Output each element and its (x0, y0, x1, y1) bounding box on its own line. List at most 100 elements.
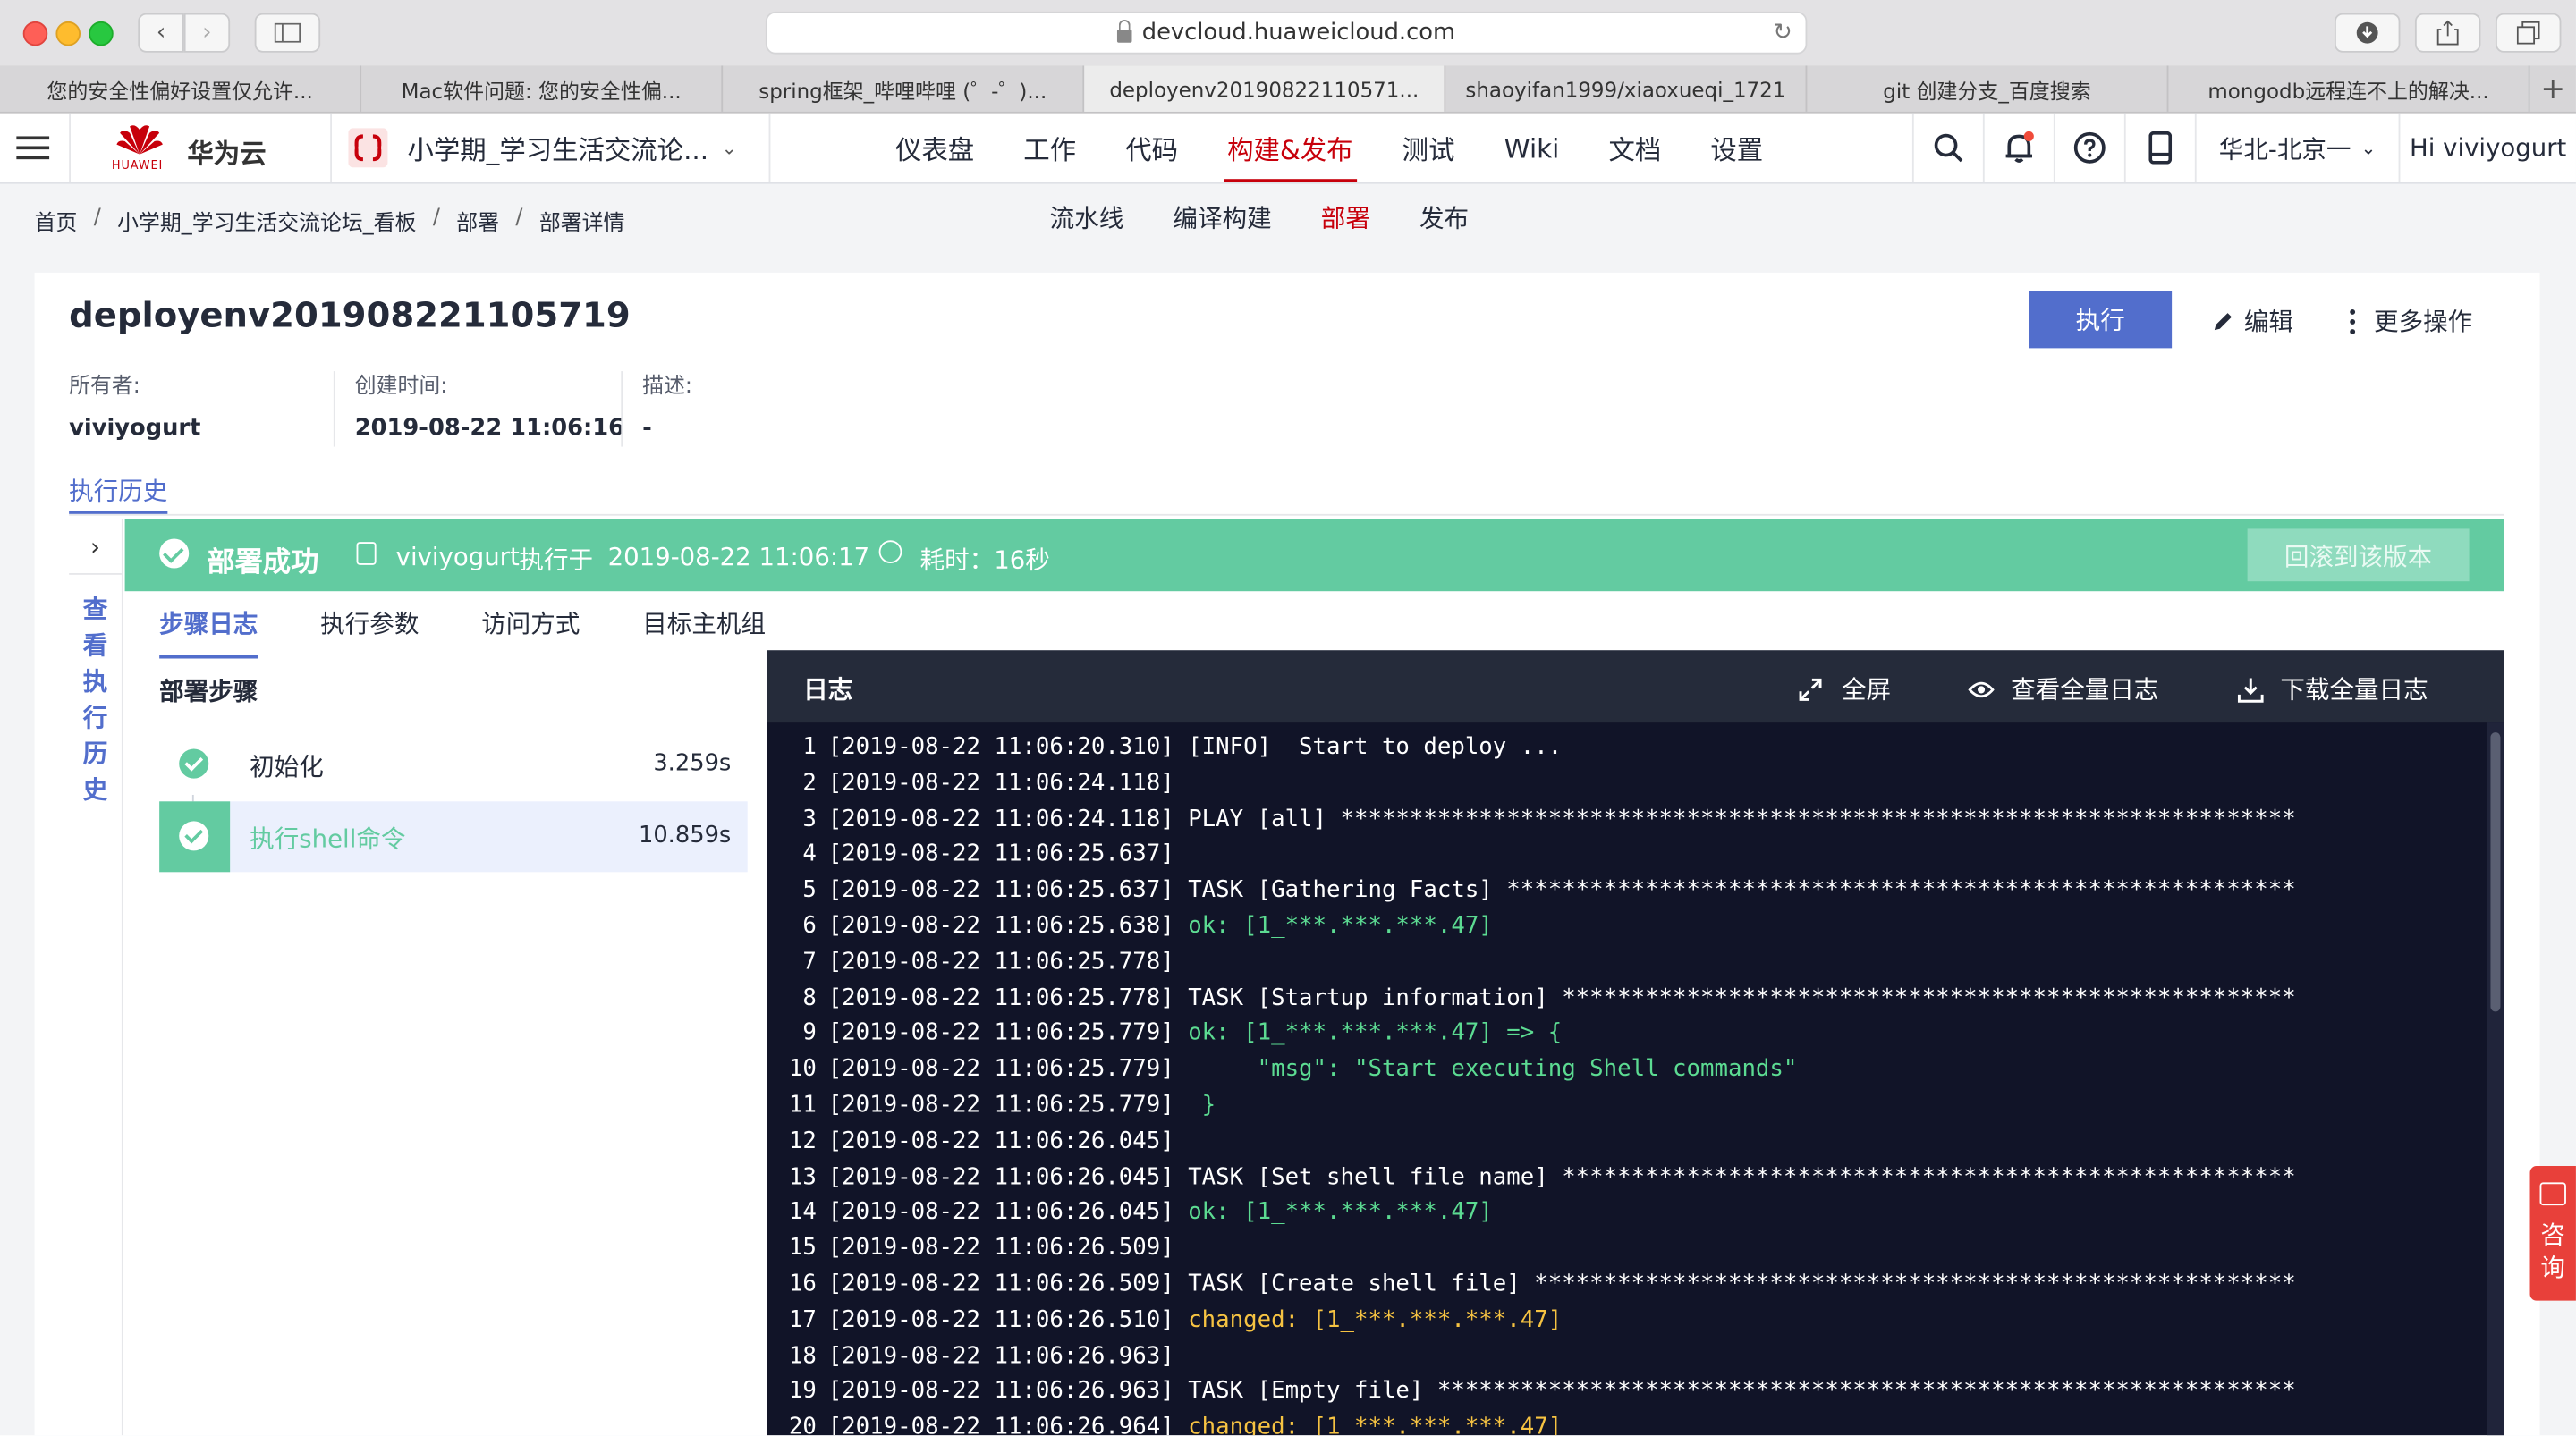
browser-tab[interactable]: Mac软件问题: 您的安全性偏... (361, 65, 724, 112)
pencil-icon (2214, 313, 2232, 331)
log-line: 7 [2019-08-22 11:06:25.778] (767, 949, 2487, 984)
log-line: 15 [2019-08-22 11:06:26.509] (767, 1235, 2487, 1271)
expand-history-button[interactable]: › (69, 519, 122, 575)
log-line-number: 14 (788, 1199, 817, 1226)
log-line-number: 19 (788, 1378, 817, 1406)
log-line: 6 [2019-08-22 11:06:25.638] ok: [1_***.**… (767, 913, 2487, 949)
region-selector[interactable]: 华北-北京一 ⌄ (2194, 113, 2399, 182)
new-tab-button[interactable]: + (2530, 65, 2576, 111)
mobile-icon (2148, 131, 2173, 165)
log-line: 18 [2019-08-22 11:06:26.963] (767, 1343, 2487, 1379)
chevron-down-icon: ⌄ (721, 137, 737, 159)
log-line-number: 5 (802, 877, 817, 904)
browser-tab[interactable]: git 创建分支_百度搜索 (1807, 65, 2169, 112)
more-actions-button[interactable]: 更多操作 (2348, 304, 2472, 339)
address-bar[interactable]: devcloud.huaweicloud.com ↻ (765, 11, 1808, 55)
owner-value: viviyogurt (69, 415, 201, 443)
breadcrumb-deploy[interactable]: 部署 (456, 206, 499, 237)
breadcrumb: 首页 / 小学期_学习生活交流论坛_看板 / 部署 / 部署详情 (34, 205, 625, 237)
created-value: 2019-08-22 11:06:16 (354, 415, 625, 443)
tab-overview-button[interactable] (2495, 13, 2562, 53)
log-timestamp: [2019-08-22 11:06:26.963] (827, 1342, 1174, 1369)
log-timestamp: [2019-08-22 11:06:26.045] (827, 1128, 1174, 1154)
browser-tab[interactable]: spring框架_哔哩哔哩 (゜-゜)... (723, 65, 1085, 112)
tab-target-hosts[interactable]: 目标主机组 (642, 595, 766, 650)
log-message: TASK [Startup information] *************… (1174, 984, 2296, 1011)
notification-button[interactable] (1982, 113, 2054, 182)
eye-icon (1968, 680, 1995, 697)
clock-icon (878, 540, 902, 563)
close-window-button[interactable] (22, 21, 48, 46)
step-item-selected[interactable]: 执行shell命令 10.859s (159, 801, 748, 873)
log-header: 日志 全屏 查看全量日志 下载全量日志 (767, 650, 2504, 723)
browser-tab-bar: 您的安全性偏好设置仅允许... Mac软件问题: 您的安全性偏... sprin… (0, 65, 2576, 114)
log-timestamp: [2019-08-22 11:06:25.779] (827, 1056, 1174, 1083)
search-button[interactable] (1911, 113, 1983, 182)
nav-build-release[interactable]: 构建&发布 (1203, 114, 1378, 182)
subnav-build[interactable]: 编译构建 (1148, 200, 1296, 235)
log-timestamp: [2019-08-22 11:06:25.779] (827, 1092, 1174, 1119)
download-button[interactable] (2334, 13, 2401, 53)
log-message: } (1174, 1092, 1216, 1119)
consult-button[interactable]: 咨询 (2529, 1166, 2576, 1301)
step-name: 初始化 (250, 752, 324, 782)
minimize-window-button[interactable] (55, 21, 80, 46)
share-button[interactable] (2414, 13, 2481, 53)
user-menu[interactable]: Hi viviyogurt (2398, 113, 2576, 182)
edit-button[interactable]: 编辑 (2213, 304, 2293, 339)
help-button[interactable] (2053, 113, 2124, 182)
log-timestamp: [2019-08-22 11:06:25.778] (827, 984, 1174, 1011)
log-panel: 日志 全屏 查看全量日志 下载全量日志 1 [2019-08-22 11:06:2… (767, 650, 2504, 1436)
browser-tab[interactable]: shaoyifan1999/xiaoxueqi_1721 (1445, 65, 1808, 112)
detail-tabs: 步骤日志 执行参数 访问方式 目标主机组 (159, 595, 828, 659)
step-item[interactable]: 初始化 3.259s (159, 729, 748, 799)
sidebar-toggle-button[interactable] (254, 13, 321, 53)
log-body[interactable]: 1 [2019-08-22 11:06:20.310] [INFO] Start … (767, 722, 2487, 1435)
subnav-pipeline[interactable]: 流水线 (1025, 200, 1148, 235)
log-line-number: 1 (802, 734, 817, 761)
nav-wiki[interactable]: Wiki (1479, 114, 1584, 182)
log-timestamp: [2019-08-22 11:06:25.637] (827, 841, 1174, 868)
view-history-link[interactable]: 查看执行历史 (82, 591, 108, 807)
log-message: ok: [1_***.***.***.47] (1174, 913, 1493, 940)
project-selector[interactable]: 小学期_学习生活交流论... ⌄ (330, 113, 771, 182)
tab-exec-params[interactable]: 执行参数 (320, 595, 419, 650)
huawei-wordmark: HUAWEI (111, 159, 164, 173)
log-line: 8 [2019-08-22 11:06:25.778] TASK [Startup… (767, 984, 2487, 1020)
nav-dashboard[interactable]: 仪表盘 (870, 114, 998, 182)
breadcrumb-project[interactable]: 小学期_学习生活交流论坛_看板 (117, 206, 416, 237)
nav-docs[interactable]: 文档 (1584, 114, 1686, 182)
log-line-number: 3 (802, 806, 817, 832)
browser-tab[interactable]: mongodb远程连不上的解决... (2168, 65, 2530, 112)
nav-work[interactable]: 工作 (999, 114, 1101, 182)
nav-code[interactable]: 代码 (1101, 114, 1203, 182)
subnav-release[interactable]: 发布 (1394, 200, 1493, 235)
run-button[interactable]: 执行 (2029, 291, 2173, 349)
tab-step-log[interactable]: 步骤日志 (159, 595, 258, 659)
huawei-cloud-logo[interactable]: HUAWEI 华为云 (98, 120, 312, 175)
nav-test[interactable]: 测试 (1377, 114, 1479, 182)
mobile-button[interactable] (2123, 113, 2195, 182)
breadcrumb-home[interactable]: 首页 (35, 206, 78, 237)
log-timestamp: [2019-08-22 11:06:26.510] (827, 1306, 1174, 1333)
browser-tab-active[interactable]: deployenv20190822110571... (1084, 65, 1446, 112)
log-line: 2 [2019-08-22 11:06:24.118] (767, 770, 2487, 806)
bell-icon (2005, 131, 2034, 163)
subnav-deploy[interactable]: 部署 (1296, 200, 1394, 235)
view-full-log-button[interactable]: 查看全量日志 (1968, 672, 2158, 706)
tab-access-method[interactable]: 访问方式 (481, 595, 580, 650)
reload-icon[interactable]: ↻ (1773, 20, 1792, 46)
forward-button[interactable]: › (183, 13, 231, 53)
rollback-button[interactable]: 回滚到该版本 (2247, 528, 2470, 582)
log-message: TASK [Create shell file] ***************… (1174, 1271, 2296, 1297)
maximize-window-button[interactable] (89, 21, 114, 46)
back-button[interactable]: ‹ (138, 13, 184, 53)
tab-execution-history[interactable]: 执行历史 (69, 473, 167, 508)
fullscreen-button[interactable]: 全屏 (1799, 672, 1891, 706)
hamburger-menu-icon[interactable] (0, 113, 71, 182)
log-scrollbar-thumb[interactable] (2490, 732, 2501, 1012)
log-line-number: 13 (788, 1163, 817, 1190)
download-full-log-button[interactable]: 下载全量日志 (2237, 672, 2428, 706)
nav-settings[interactable]: 设置 (1686, 114, 1788, 182)
browser-tab[interactable]: 您的安全性偏好设置仅允许... (0, 65, 362, 112)
